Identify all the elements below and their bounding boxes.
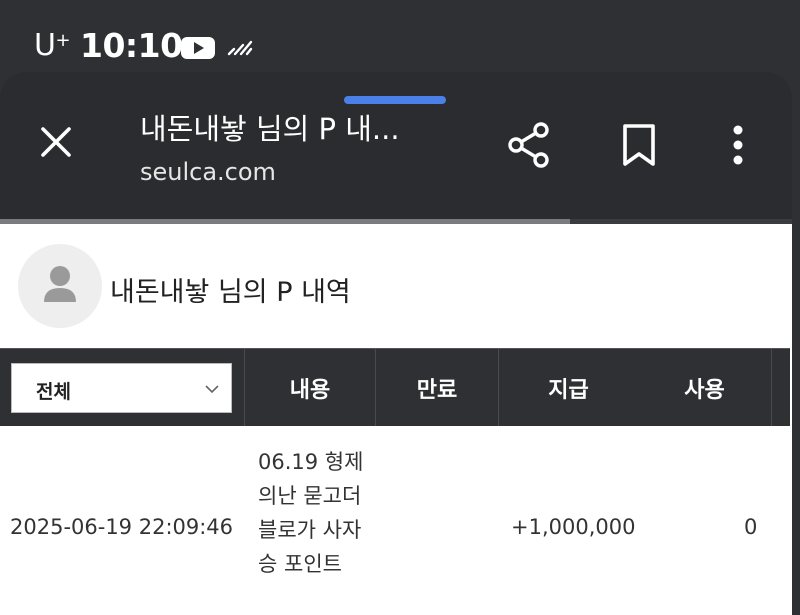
column-header-paid[interactable]: 지급	[498, 349, 638, 427]
more-vert-icon	[733, 125, 743, 165]
browser-header: 내돈내놯 님의 P 내... seulca.com	[0, 72, 792, 224]
share-button[interactable]	[504, 118, 554, 172]
status-time: 10:10	[80, 26, 183, 65]
page-content: 내돈내놯 님의 P 내역 전체 내용 만료 지급 사용 2025-06-19 2…	[0, 224, 792, 615]
column-header-content[interactable]: 내용	[244, 349, 375, 427]
person-icon	[44, 266, 76, 302]
table-header: 전체 내용 만료 지급 사용	[0, 348, 790, 427]
share-icon	[508, 122, 549, 168]
carrier-label: U+	[34, 28, 71, 63]
chevron-down-icon	[205, 385, 219, 394]
column-header-used[interactable]: 사용	[638, 349, 771, 427]
signal-icon	[227, 40, 253, 56]
right-edge	[792, 224, 800, 615]
row-content: 06.19 형제의난 묻고더블로가 사자승 포인트	[258, 450, 364, 576]
filter-selected-value: 전체	[36, 381, 71, 403]
profile-title: 내돈내놯 님의 P 내역	[110, 277, 351, 308]
close-button[interactable]	[28, 114, 84, 170]
close-icon	[41, 127, 71, 157]
table-row: 2025-06-19 22:09:46 06.19 형제의난 묻고더블로가 사자…	[0, 426, 790, 615]
drag-handle[interactable]	[344, 96, 446, 104]
page-url[interactable]: seulca.com	[140, 158, 276, 186]
more-options-button[interactable]	[716, 118, 760, 172]
row-used: 0	[744, 515, 758, 539]
filter-select[interactable]: 전체	[11, 363, 232, 413]
column-header-expiry[interactable]: 만료	[375, 349, 498, 427]
row-date: 2025-06-19 22:09:46	[10, 515, 234, 539]
row-paid: +1,000,000	[511, 515, 636, 539]
status-bar: U+ 10:10	[0, 0, 800, 75]
avatar	[18, 244, 102, 328]
bookmark-button[interactable]	[614, 118, 664, 172]
bookmark-icon	[623, 124, 655, 166]
page-title: 내돈내놯 님의 P 내...	[140, 112, 400, 146]
profile-header: 내돈내놯 님의 P 내역	[0, 224, 792, 348]
column-header-spacer	[771, 349, 790, 427]
youtube-icon	[181, 37, 215, 59]
